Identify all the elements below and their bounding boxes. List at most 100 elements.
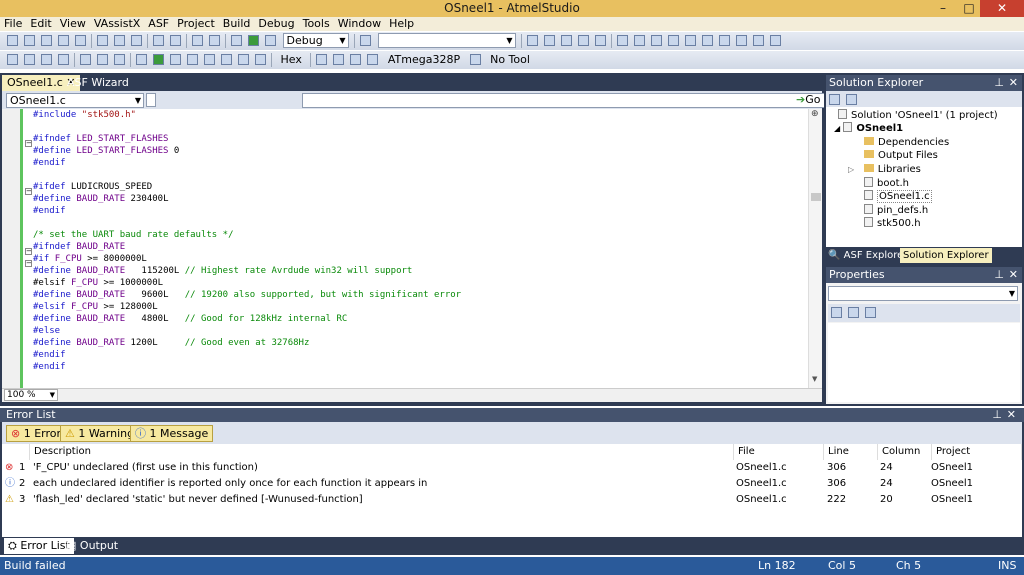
go-button[interactable]: ➔Go [796, 92, 820, 108]
column-header-description[interactable]: Description [30, 444, 734, 460]
breakpoint-icon[interactable] [170, 54, 181, 65]
next-bookmark-icon[interactable] [702, 35, 713, 46]
restart-icon[interactable] [114, 54, 125, 65]
table-row[interactable]: ⊗ 1 'F_CPU' undeclared (first use in this… [2, 460, 1022, 476]
step-over-icon[interactable] [24, 54, 35, 65]
properties-grid[interactable] [828, 323, 1020, 402]
save-all-icon[interactable] [75, 35, 86, 46]
tree-item-osneel1-c[interactable]: OSneel1.c [864, 190, 932, 203]
close-icon[interactable]: ✕ [1007, 408, 1016, 422]
tool-selector[interactable]: No Tool [487, 51, 533, 69]
expand-icon[interactable]: ▷ [848, 165, 854, 174]
tree-item-output-files[interactable]: Output Files [864, 149, 938, 162]
menu-asf[interactable]: ASF [144, 17, 173, 31]
configuration-select[interactable]: Debug ▼ [282, 33, 349, 48]
collapse-icon[interactable]: − [25, 188, 32, 195]
menu-project[interactable]: Project [173, 17, 219, 31]
errors-filter-button[interactable]: ⊗ 1 Error [6, 425, 67, 442]
find-combo[interactable]: ▼ [377, 33, 516, 48]
add-item-icon[interactable] [24, 35, 35, 46]
open-file-icon[interactable] [41, 35, 52, 46]
step-out-icon[interactable] [41, 54, 52, 65]
bookmark-icon[interactable] [685, 35, 696, 46]
table-row[interactable]: ⚠ 3 'flash_led' declared 'static' but nev… [2, 492, 1022, 508]
close-button[interactable]: ✕ [980, 0, 1024, 17]
minimize-button[interactable]: – [930, 0, 956, 17]
clear-bookmarks-icon[interactable] [736, 35, 747, 46]
tree-item-pin-defs-h[interactable]: pin_defs.h [864, 204, 928, 217]
tree-item-dependencies[interactable]: Dependencies [864, 136, 949, 149]
memory-icon[interactable] [221, 54, 232, 65]
paste-icon[interactable] [131, 35, 142, 46]
menu-build[interactable]: Build [219, 17, 255, 31]
tab-output[interactable]: ▤ Output [66, 538, 118, 554]
object-select[interactable]: ▼ [828, 286, 1018, 301]
menu-help[interactable]: Help [385, 17, 418, 31]
menu-tools[interactable]: Tools [299, 17, 334, 31]
start-debugging-icon[interactable] [248, 35, 259, 46]
property-pages-icon[interactable] [865, 307, 876, 318]
solution-explorer-icon[interactable] [527, 35, 538, 46]
collapse-icon[interactable]: − [25, 260, 32, 267]
stop-debugging-icon[interactable] [97, 54, 108, 65]
editor-vertical-scrollbar[interactable]: ⊕ ▼ [808, 109, 822, 388]
scroll-thumb[interactable] [811, 193, 821, 201]
show-all-files-icon[interactable] [846, 94, 857, 105]
menu-edit[interactable]: Edit [26, 17, 55, 31]
uncomment-icon[interactable] [634, 35, 645, 46]
registers-icon[interactable] [238, 54, 249, 65]
menu-debug[interactable]: Debug [254, 17, 298, 31]
step-into-icon[interactable] [7, 54, 18, 65]
categorized-icon[interactable] [831, 307, 842, 318]
maximize-button[interactable]: □ [956, 0, 982, 17]
break-all-icon[interactable] [80, 54, 91, 65]
tree-item-boot-h[interactable]: boot.h [864, 177, 909, 190]
tab-asf-wizard[interactable]: ASF Wizard [62, 75, 134, 91]
memory-view-icon[interactable] [350, 54, 362, 65]
split-icon[interactable]: ⊕ [811, 109, 819, 119]
tree-item-stk500-h[interactable]: stk500.h [864, 217, 921, 230]
tree-solution[interactable]: Solution 'OSneel1' (1 project) [838, 109, 998, 122]
collapse-icon[interactable]: − [25, 248, 32, 255]
redo-icon[interactable] [170, 35, 181, 46]
step-icon[interactable] [187, 54, 198, 65]
find-in-files-icon[interactable] [360, 35, 371, 46]
menu-view[interactable]: View [56, 17, 90, 31]
file-scope-select[interactable]: OSneel1.c ▼ [6, 93, 144, 108]
messages-filter-button[interactable]: ⓘ 1 Message [130, 425, 214, 442]
tab-error-list[interactable]: ⛭ Error List [4, 538, 74, 554]
properties-icon[interactable] [829, 94, 840, 105]
cut-icon[interactable] [97, 35, 108, 46]
prev-bookmark-icon[interactable] [719, 35, 730, 46]
watch-icon[interactable] [255, 54, 266, 65]
save-icon[interactable] [58, 35, 69, 46]
run-to-cursor-icon[interactable] [58, 54, 69, 65]
column-header-line[interactable]: Line [824, 444, 878, 460]
navigate-back-icon[interactable] [192, 35, 203, 46]
zoom-select[interactable]: 100 % ▼ [4, 389, 58, 401]
start-page-icon[interactable] [578, 35, 589, 46]
menu-file[interactable]: File [0, 17, 26, 31]
scroll-spinner[interactable] [146, 93, 156, 107]
hex-display-toggle[interactable]: Hex [278, 51, 305, 69]
pin-icon[interactable]: ⊥ [992, 408, 1002, 422]
tree-item-libraries[interactable]: ▷ Libraries [848, 163, 921, 176]
device-programming-icon[interactable] [595, 35, 606, 46]
toolbox-icon[interactable] [561, 35, 572, 46]
device-selector[interactable]: ATmega328P [385, 51, 463, 69]
tree-project[interactable]: ◢ OSneel1 [834, 122, 903, 135]
build-solution-icon[interactable] [231, 35, 242, 46]
editor-horizontal-scrollbar[interactable]: 100 % ▼ [2, 388, 822, 402]
show-next-statement-icon[interactable] [136, 54, 147, 65]
disassembly-icon[interactable] [204, 54, 215, 65]
column-header-index[interactable] [2, 444, 30, 460]
toolbar-options-icon[interactable] [770, 35, 781, 46]
pin-icon[interactable]: ⊥ [994, 75, 1004, 91]
tab-solution-explorer[interactable]: Solution Explorer [900, 248, 992, 263]
outdent-icon[interactable] [668, 35, 679, 46]
expand-icon[interactable]: ◢ [834, 124, 840, 133]
new-project-icon[interactable] [7, 35, 18, 46]
start-without-debugging-icon[interactable] [265, 35, 276, 46]
copy-icon[interactable] [114, 35, 125, 46]
scroll-down-icon[interactable]: ▼ [812, 375, 817, 383]
